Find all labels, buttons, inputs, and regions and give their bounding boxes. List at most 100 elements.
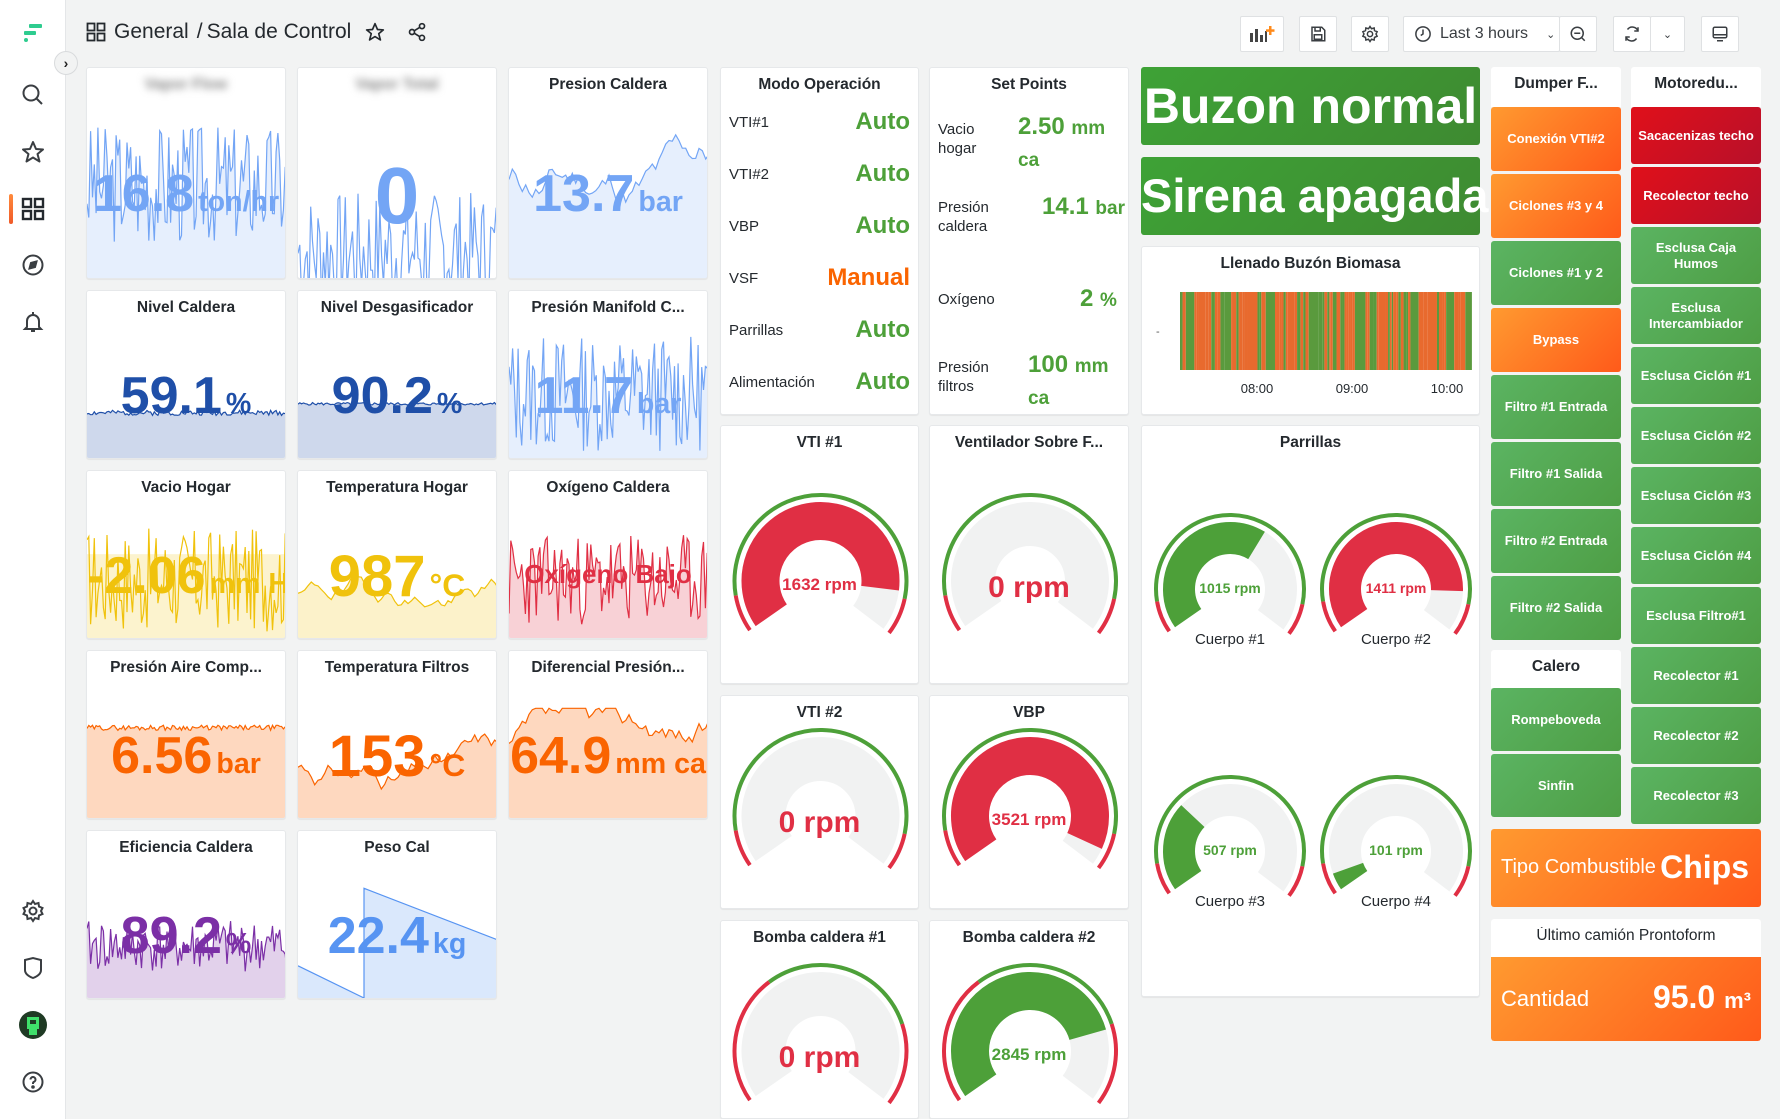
add-panel-icon bbox=[1250, 26, 1275, 42]
parrilla-value: 1411 rpm bbox=[1336, 580, 1456, 596]
status-tile: Ciclones #1 y 2 bbox=[1491, 241, 1621, 305]
zoom-out-button[interactable] bbox=[1559, 16, 1597, 52]
shield-icon[interactable] bbox=[18, 953, 48, 983]
gear-icon[interactable] bbox=[18, 896, 48, 926]
value-number: Oxígeno Bajo bbox=[524, 558, 692, 589]
gauge-number: 3521 bbox=[991, 810, 1030, 829]
refresh-button[interactable] bbox=[1613, 16, 1651, 52]
panel-title: Temperatura Filtros bbox=[324, 659, 470, 676]
state-segment bbox=[1403, 292, 1407, 370]
gauge-number: 0 bbox=[778, 806, 796, 839]
value-number: 13.7 bbox=[533, 165, 635, 223]
state-segment bbox=[1224, 292, 1232, 370]
state-segment bbox=[1393, 292, 1397, 370]
state-segment bbox=[1330, 292, 1333, 370]
modo-label: Parrillas bbox=[729, 321, 784, 339]
state-segment bbox=[1303, 292, 1306, 370]
stat-value: 22.4 kg bbox=[298, 906, 496, 966]
view-mode-button[interactable] bbox=[1701, 16, 1739, 52]
time-range-picker[interactable]: Last 3 hours ⌄ bbox=[1403, 16, 1560, 52]
state-segment bbox=[1322, 292, 1325, 370]
state-segment bbox=[1297, 292, 1301, 370]
state-segment bbox=[1400, 292, 1404, 370]
search-icon[interactable] bbox=[18, 80, 48, 110]
refresh-interval-dropdown[interactable]: ⌄ bbox=[1650, 16, 1685, 52]
state-segment bbox=[1385, 292, 1389, 370]
stat-panel: Oxígeno Caldera Oxígeno Bajo bbox=[508, 470, 708, 639]
state-segment bbox=[1436, 292, 1440, 370]
panel-title: Dumper F... bbox=[1514, 75, 1598, 92]
dashboard-title[interactable]: Sala de Control bbox=[207, 20, 352, 44]
state-segment bbox=[1180, 292, 1182, 370]
modo-value: Manual bbox=[827, 264, 910, 291]
modo-operacion-panel: Modo Operación VTI#1 Auto VTI#2 Auto VBP Auto… bbox=[720, 67, 919, 415]
gauge-panel: VTI #2 0 rpm bbox=[720, 695, 919, 909]
star-icon[interactable] bbox=[18, 137, 48, 167]
state-segment bbox=[1196, 292, 1199, 370]
modo-row: VTI#1 Auto bbox=[729, 108, 910, 136]
gauge bbox=[732, 493, 909, 635]
panel-header: Dumper F... bbox=[1491, 67, 1621, 107]
save-dashboard-button[interactable] bbox=[1299, 16, 1337, 52]
star-icon[interactable] bbox=[365, 22, 385, 42]
state-segment bbox=[1308, 292, 1319, 370]
combustible-label: Tipo Combustible bbox=[1501, 856, 1656, 878]
modo-label: VTI#2 bbox=[729, 165, 770, 183]
avatar-icon[interactable] bbox=[18, 1010, 48, 1040]
setpoint-number: 2 bbox=[1080, 285, 1094, 312]
compass-icon[interactable] bbox=[18, 250, 48, 280]
state-segment bbox=[1369, 292, 1374, 370]
value-unit: bar bbox=[638, 186, 683, 218]
clock-icon bbox=[1415, 26, 1431, 42]
gauge-value: 0 rpm bbox=[721, 806, 918, 840]
gauge-value-arc bbox=[1163, 522, 1265, 628]
gauge-unit: rpm bbox=[1396, 842, 1423, 858]
help-icon[interactable] bbox=[18, 1067, 48, 1097]
ultimo-camion-panel: Último camión Prontoform Cantidad 95.0 m… bbox=[1491, 919, 1761, 1041]
state-segment bbox=[1365, 292, 1368, 370]
value-unit: mm ca bbox=[615, 747, 706, 780]
stat-value: 987 °C bbox=[298, 543, 496, 610]
expand-sidebar-button[interactable]: › bbox=[54, 51, 78, 75]
cantidad-label: Cantidad bbox=[1501, 986, 1590, 1011]
x-tick-label: 08:00 bbox=[1241, 381, 1274, 396]
gauge-number: 0 bbox=[778, 1041, 796, 1074]
gauge-number: 1632 bbox=[782, 575, 820, 594]
value-number: 89.2 bbox=[120, 906, 222, 965]
status-tile: Esclusa Ciclón #4 bbox=[1631, 527, 1761, 584]
gauge-unit: rpm bbox=[1034, 1045, 1067, 1064]
gauge bbox=[942, 963, 1118, 1105]
panel-title: Vapor Flow bbox=[144, 76, 228, 93]
state-segment bbox=[1244, 292, 1248, 370]
parrilla-value: 101 rpm bbox=[1336, 842, 1456, 858]
gauge-unit: rpm bbox=[824, 575, 857, 594]
parrilla-label: Cuerpo #2 bbox=[1360, 631, 1432, 648]
dashboard-settings-button[interactable] bbox=[1351, 16, 1389, 52]
panel-title: Parrillas bbox=[1279, 434, 1342, 451]
modo-value: Auto bbox=[855, 368, 910, 395]
state-segment bbox=[1238, 292, 1240, 370]
logo-icon[interactable] bbox=[18, 20, 48, 50]
set-points-panel: Set Points Vacio hogar 2.50 mm ca Presión … bbox=[929, 67, 1129, 415]
dumper-panel: Dumper F... Conexión VTI#2 Ciclones #3 y … bbox=[1491, 67, 1621, 640]
bell-icon[interactable] bbox=[18, 307, 48, 337]
modo-row: VSF Manual bbox=[729, 264, 910, 292]
state-segment bbox=[1285, 292, 1288, 370]
refresh-icon bbox=[1625, 26, 1639, 42]
panel-title: Nivel Desgasificador bbox=[320, 299, 474, 316]
add-panel-button[interactable] bbox=[1240, 16, 1284, 52]
breadcrumb-separator: / bbox=[196, 20, 203, 43]
breadcrumb-folder[interactable]: General bbox=[114, 20, 189, 44]
dashboards-grid-icon[interactable] bbox=[18, 194, 48, 224]
time-range-label: Last 3 hours bbox=[1440, 25, 1529, 42]
stat-panel: Temperatura Hogar 987 °C bbox=[297, 470, 497, 639]
combustible-value: Chips bbox=[1660, 849, 1749, 885]
share-icon[interactable] bbox=[407, 22, 427, 42]
value-number: 64.9 bbox=[510, 726, 612, 785]
status-tile: Sinfin bbox=[1491, 754, 1621, 817]
parrilla-value: 507 rpm bbox=[1170, 842, 1290, 858]
panel-header: Calero bbox=[1491, 650, 1621, 688]
state-segment bbox=[1332, 292, 1337, 370]
panel-title: Calero bbox=[1531, 658, 1581, 675]
panel-title: Peso Cal bbox=[364, 839, 430, 856]
